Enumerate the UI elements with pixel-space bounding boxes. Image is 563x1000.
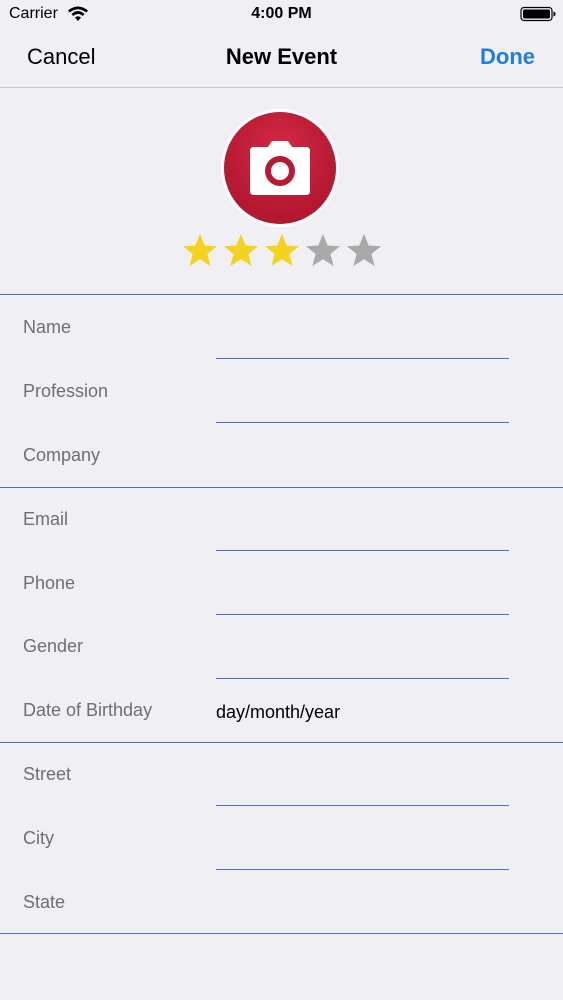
section-divider: [0, 742, 563, 743]
camera-icon: [250, 141, 310, 195]
add-photo-button[interactable]: [221, 109, 339, 227]
cancel-button[interactable]: Cancel: [27, 44, 95, 70]
gender-input[interactable]: [216, 648, 509, 679]
street-label: Street: [23, 764, 72, 784]
birthday-label: Date of Birthday: [23, 700, 153, 720]
section-divider: [0, 487, 563, 488]
city-label: City: [23, 828, 54, 848]
email-label: Email: [23, 509, 69, 529]
profession-label: Profession: [23, 381, 109, 401]
birthday-picker[interactable]: day/month/year: [216, 702, 340, 723]
gender-label: Gender: [23, 636, 84, 656]
section-divider: [0, 933, 563, 934]
photo-circle: [224, 112, 336, 224]
status-time: 4:00 PM: [251, 5, 312, 22]
state-input[interactable]: [216, 887, 509, 917]
star-5-icon[interactable]: [344, 230, 384, 270]
star-4-icon[interactable]: [303, 230, 343, 270]
phone-input[interactable]: [216, 584, 509, 615]
name-input[interactable]: [216, 328, 509, 359]
star-1-icon[interactable]: [180, 230, 220, 270]
city-input[interactable]: [216, 839, 509, 870]
name-label: Name: [23, 317, 72, 337]
new-event-screen: Carrier 4:00 PM Cancel New Event Done Na…: [0, 0, 563, 1000]
star-rating: [180, 230, 385, 270]
status-bar: Carrier 4:00 PM: [0, 0, 563, 30]
star-2-icon[interactable]: [221, 230, 261, 270]
email-input[interactable]: [216, 520, 509, 551]
battery-icon: [520, 6, 556, 22]
navigation-bar: Cancel New Event Done: [0, 30, 563, 88]
company-input[interactable]: [216, 440, 509, 470]
star-3-icon[interactable]: [262, 230, 302, 270]
profession-input[interactable]: [216, 392, 509, 423]
phone-label: Phone: [23, 573, 76, 593]
company-label: Company: [23, 445, 101, 465]
state-label: State: [23, 892, 66, 912]
section-divider: [0, 294, 563, 295]
street-input[interactable]: [216, 775, 509, 806]
done-button[interactable]: Done: [480, 44, 535, 70]
